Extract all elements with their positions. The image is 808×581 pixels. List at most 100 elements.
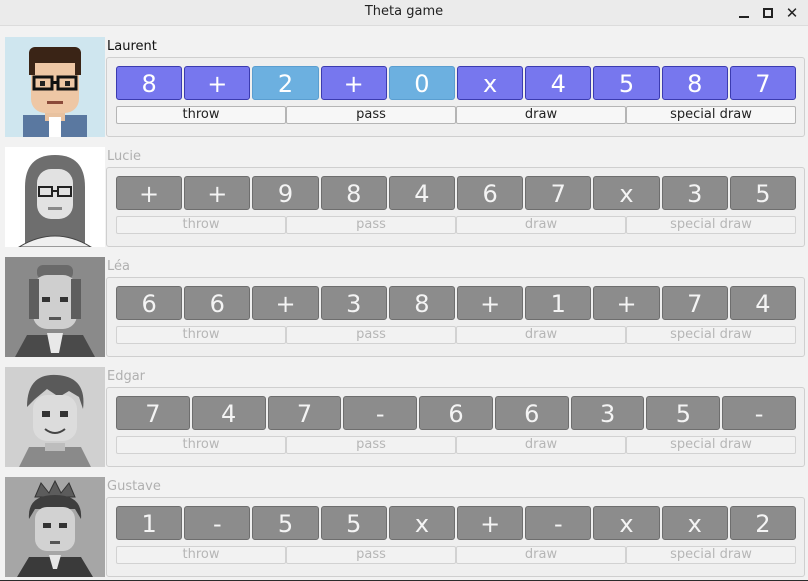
throw-button: throw [116,216,286,234]
tile-button: 6 [457,176,524,210]
player-name: Edgar [107,369,146,384]
draw-button: draw [456,216,626,234]
close-icon: ✕ [785,4,799,22]
tile-button: - [525,506,592,540]
tile-button: + [593,286,660,320]
minimize-button[interactable] [734,3,754,23]
action-bar: throw pass draw special draw [116,436,796,454]
man-glasses-avatar [5,37,105,137]
tile-button: 5 [320,506,387,540]
player-name: Lucie [107,149,142,164]
tile-button[interactable]: 8 [661,66,728,100]
action-bar: throw pass draw special draw [116,546,796,564]
tile-button: 3 [661,176,728,210]
window-title: Theta game [364,4,444,19]
player-hand-panel: + +9 8 4 6 7 x 3 5 throw pass draw special draw [106,167,805,247]
player-hand-panel: 1-5 5 x + - x x 2 throw pass draw special draw [106,497,805,577]
tile-button: + [116,176,183,210]
pass-button: pass [286,326,456,344]
title-bar: Theta game ✕ [0,0,808,26]
draw-button[interactable]: draw [456,106,626,124]
tile-button: 8 [388,286,456,320]
tile-button: 9 [252,176,319,210]
tile-button[interactable]: 4 [525,66,592,100]
player-hand-panel: 8 +2 +0 x 4 5 8 7 throw pass draw special draw [106,57,805,137]
tile-button: - [184,506,251,540]
tile-button: 5 [252,506,319,540]
throw-button[interactable]: throw [116,106,286,124]
woman-glasses-avatar [5,147,105,247]
tile-button: 2 [729,506,797,540]
special-draw-button: special draw [626,546,796,564]
tile-button: - [343,396,418,430]
tile-button: 4 [388,176,456,210]
tile-button: + [457,506,524,540]
theta-game-window: Theta game ✕ Laurent 8 +2 +0 x 4 5 8 7 throw p [0,0,808,580]
tile-button: 3 [570,396,645,430]
tile-button[interactable]: 5 [593,66,660,100]
player-row: Laurent 8 +2 +0 x 4 5 8 7 throw pass draw special dr… [0,37,808,141]
tile-button: x [388,506,456,540]
boy-avatar [5,367,105,467]
special-draw-button: special draw [626,326,796,344]
draw-button: draw [456,326,626,344]
tile-row: 1-5 5 x + - x x 2 [116,506,797,540]
close-button[interactable]: ✕ [782,3,802,23]
player-row: Lucie + +9 8 4 6 7 x 3 5 throw pass draw special draw [0,147,808,251]
tile-button[interactable]: 0 [388,66,456,100]
player-name: Léa [107,259,130,274]
tile-button: x [661,506,728,540]
tile-row: 747-6635- [116,396,797,430]
player-name: Gustave [107,479,161,494]
tile-button: 1 [116,506,183,540]
tile-row: 8 +2 +0 x 4 5 8 7 [116,66,797,100]
tile-button[interactable]: + [320,66,387,100]
tile-button: 6 [494,396,569,430]
throw-button: throw [116,546,286,564]
player-row: Edgar 7 4 7-6 6 3 5- throw pass draw special draw [0,367,808,471]
tile-button: 8 [320,176,387,210]
draw-button: draw [456,546,626,564]
tile-button: 7 [525,176,592,210]
tile-button: x [593,176,660,210]
minimize-icon [739,16,749,18]
tile-button[interactable]: 2 [252,66,319,100]
boy-crown-avatar [5,477,105,577]
pass-button[interactable]: pass [286,106,456,124]
tile-button: 6 [184,286,251,320]
tile-button: + [184,176,251,210]
tile-button[interactable]: 8 [116,66,183,100]
special-draw-button[interactable]: special draw [626,106,796,124]
maximize-button[interactable] [758,3,778,23]
player-name: Laurent [107,39,157,54]
tile-button: - [722,396,797,430]
player-row: Léa 6 6 +3 8 +1 +7 4 throw pass draw special draw [0,257,808,361]
tile-row: 6 6 +3 8 +1 +7 4 [116,286,797,320]
player-row: Gustave 1-5 5 x + - x x 2 throw pass draw special dr… [0,477,808,581]
draw-button: draw [456,436,626,454]
tile-button[interactable]: 7 [729,66,797,100]
tile-row: + +9 8 4 6 7 x 3 5 [116,176,797,210]
tile-button: 5 [646,396,721,430]
pass-button: pass [286,436,456,454]
action-bar: throw pass draw special draw [116,326,796,344]
tile-button: 4 [729,286,797,320]
tile-button: + [252,286,319,320]
tile-button: + [457,286,524,320]
special-draw-button: special draw [626,216,796,234]
tile-button: 7 [267,396,342,430]
tile-button: 1 [525,286,592,320]
player-hand-panel: 6 6 +3 8 +1 +7 4 throw pass draw special draw [106,277,805,357]
throw-button: throw [116,326,286,344]
tile-button: 6 [116,286,183,320]
action-bar: throw pass draw special draw [116,216,796,234]
action-bar: throw pass draw special draw [116,106,796,124]
tile-button[interactable]: + [184,66,251,100]
tile-button: 6 [419,396,493,430]
tile-button: 3 [320,286,387,320]
special-draw-button: special draw [626,436,796,454]
maximize-icon [763,8,773,18]
tile-button[interactable]: x [457,66,524,100]
tile-button: 7 [116,396,190,430]
throw-button: throw [116,436,286,454]
